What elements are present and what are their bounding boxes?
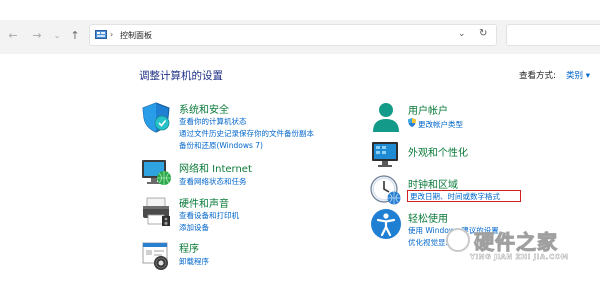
category-clock-region[interactable]: 时钟和区域 (408, 176, 458, 191)
link-devices-printers[interactable]: 查看设备和打印机 (179, 210, 239, 221)
user-accounts-icon (373, 103, 399, 132)
category-system-security[interactable]: 系统和安全 (179, 101, 229, 116)
link-network-status[interactable]: 查看网络状态和任务 (179, 176, 247, 187)
view-by-label: 查看方式: (519, 71, 556, 81)
watermark-text: 硬件之家 (474, 230, 558, 255)
link-uninstall-program[interactable]: 卸载程序 (179, 256, 209, 267)
forward-icon[interactable]: → (30, 29, 44, 43)
network-icon (142, 160, 171, 185)
clock-icon (370, 175, 401, 205)
category-hardware-sound[interactable]: 硬件和声音 (179, 195, 229, 210)
up-icon[interactable]: ↑ (68, 29, 82, 43)
search-input[interactable] (506, 24, 600, 46)
category-user-accounts[interactable]: 用户帐户 (408, 102, 448, 117)
link-backup-restore[interactable]: 备份和还原(Windows 7) (179, 140, 263, 151)
link-view-computer-status[interactable]: 查看你的计算机状态 (179, 116, 247, 127)
address-dropdown-icon[interactable]: ⌄ (458, 29, 466, 39)
control-panel-icon (95, 30, 107, 39)
page-title: 调整计算机的设置 (139, 70, 223, 82)
category-appearance[interactable]: 外观和个性化 (408, 144, 468, 159)
highlight-box (407, 190, 521, 202)
watermark-logo (446, 228, 470, 252)
breadcrumb-control-panel[interactable]: 控制面板 (120, 30, 152, 41)
back-icon[interactable]: ← (6, 29, 20, 43)
link-add-device[interactable]: 添加设备 (179, 222, 209, 233)
appearance-icon (372, 142, 398, 167)
watermark-subtext: YING JIAN ZHI JIA.COM (470, 253, 569, 261)
programs-icon (142, 242, 168, 270)
refresh-icon[interactable]: ↻ (479, 28, 487, 39)
category-ease-of-access[interactable]: 轻松使用 (408, 210, 448, 225)
address-bar[interactable]: › 控制面板 ⌄ ↻ (89, 24, 497, 46)
accessibility-icon (371, 209, 401, 239)
view-by-dropdown[interactable]: 类别 ▾ (566, 69, 590, 81)
category-network-internet[interactable]: 网络和 Internet (179, 160, 252, 175)
recent-locations-icon[interactable]: ⌄ (50, 29, 64, 43)
link-file-history-backup[interactable]: 通过文件历史记录保存你的文件备份副本 (179, 128, 314, 139)
uac-shield-icon (408, 118, 416, 127)
printer-icon (143, 197, 170, 226)
breadcrumb-separator: › (110, 30, 114, 39)
category-programs[interactable]: 程序 (179, 240, 199, 255)
shield-icon (142, 102, 170, 133)
link-change-account-type[interactable]: 更改帐户类型 (418, 119, 463, 130)
